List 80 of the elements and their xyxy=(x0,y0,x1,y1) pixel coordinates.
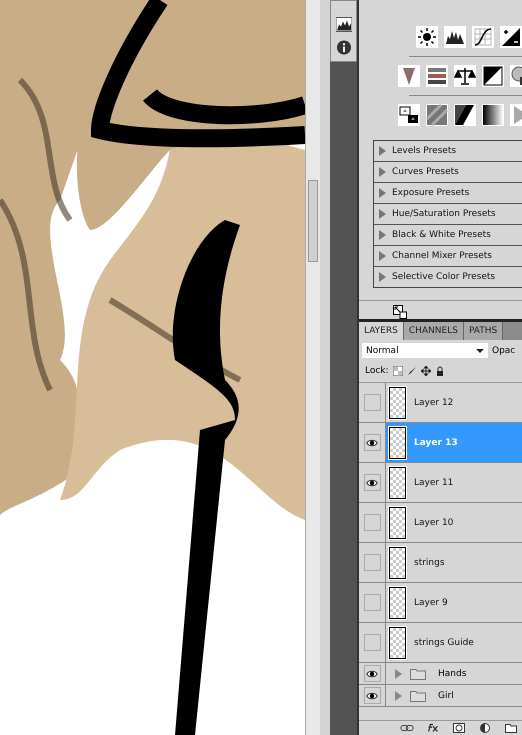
visibility-toggle[interactable] xyxy=(364,394,380,411)
striped-square-icon[interactable] xyxy=(426,104,448,126)
expand-triangle-icon xyxy=(379,209,386,219)
eye-icon[interactable] xyxy=(364,665,380,682)
expand-triangle-icon xyxy=(379,251,386,261)
resize-arrow-icon[interactable] xyxy=(393,305,407,319)
layer-row[interactable]: Layer 9 xyxy=(359,583,522,623)
preset-item[interactable]: Hue/Saturation Presets xyxy=(374,204,522,225)
lock-icon[interactable] xyxy=(434,366,445,376)
expand-triangle-icon xyxy=(379,167,386,177)
panel-tab[interactable]: CHANNELS xyxy=(404,322,464,340)
histogram-icon[interactable] xyxy=(336,17,352,32)
gradient-icon[interactable] xyxy=(482,104,504,126)
brightness-icon[interactable] xyxy=(416,26,438,48)
lock-label: Lock: xyxy=(365,366,389,376)
expand-triangle-icon xyxy=(379,230,386,240)
eye-icon[interactable] xyxy=(364,474,380,491)
opacity-label: Opac xyxy=(492,346,516,356)
diagonal-stripe-icon[interactable] xyxy=(454,104,476,126)
layer-thumbnail xyxy=(389,546,406,578)
layer-thumbnail xyxy=(389,386,406,418)
layer-thumbnail xyxy=(389,626,406,658)
layer-row[interactable]: Layer 12 xyxy=(359,383,522,423)
preset-item[interactable]: Selective Color Presets xyxy=(374,267,522,287)
move-icon[interactable] xyxy=(420,366,431,376)
visibility-toggle[interactable] xyxy=(364,554,380,571)
preset-item[interactable]: Levels Presets xyxy=(374,141,522,162)
preset-item[interactable]: Curves Presets xyxy=(374,162,522,183)
layer-row[interactable]: strings Guide xyxy=(359,623,522,663)
blend-mode-dropdown[interactable]: Normal xyxy=(362,343,488,358)
histogram-icon[interactable] xyxy=(444,26,466,48)
layer-name: Layer 12 xyxy=(414,398,454,408)
scales-icon[interactable] xyxy=(454,65,476,87)
preset-item[interactable]: Black & White Presets xyxy=(374,225,522,246)
visibility-toggle[interactable] xyxy=(364,634,380,651)
bars-icon[interactable] xyxy=(426,65,448,87)
folder-icon xyxy=(410,668,426,680)
layer-name: strings Guide xyxy=(414,638,474,648)
panel-tab[interactable]: LAYERS xyxy=(359,322,404,340)
layer-name: Layer 13 xyxy=(414,438,458,448)
visibility-toggle[interactable] xyxy=(364,514,380,531)
layer-group-row[interactable]: Girl xyxy=(359,685,522,707)
expand-triangle-icon xyxy=(379,272,386,282)
layer-name: Layer 10 xyxy=(414,518,454,528)
group-name: Hands xyxy=(438,668,466,678)
layer-group-row[interactable]: Hands xyxy=(359,663,522,685)
brush-icon[interactable] xyxy=(406,366,417,376)
layer-thumbnail xyxy=(389,586,406,618)
preset-item[interactable]: Channel Mixer Presets xyxy=(374,246,522,267)
layer-row[interactable]: Layer 10 xyxy=(359,503,522,543)
checkerboard-icon[interactable] xyxy=(392,366,403,376)
mask-icon[interactable] xyxy=(452,723,466,733)
channel-mixer-icon[interactable] xyxy=(398,104,420,126)
curve-icon[interactable] xyxy=(472,26,494,48)
layer-row[interactable]: Layer 11 xyxy=(359,463,522,503)
layer-name: Layer 11 xyxy=(414,478,454,488)
layer-name: Layer 9 xyxy=(414,598,448,608)
caret-icon xyxy=(476,349,484,353)
diagonal-split-icon[interactable] xyxy=(482,65,504,87)
panel-tab[interactable]: PATHS xyxy=(464,322,504,340)
layer-row[interactable]: strings xyxy=(359,543,522,583)
expand-triangle-icon xyxy=(379,146,386,156)
group-name: Girl xyxy=(438,690,454,700)
layer-thumbnail xyxy=(389,506,406,538)
preset-item[interactable]: Exposure Presets xyxy=(374,183,522,204)
eye-icon[interactable] xyxy=(364,434,380,451)
exposure-icon[interactable] xyxy=(500,26,522,48)
layer-thumbnail xyxy=(389,466,406,498)
layer-thumbnail xyxy=(389,426,406,458)
layer-name: strings xyxy=(414,558,445,568)
info-icon[interactable] xyxy=(336,40,352,55)
half-circle-icon[interactable] xyxy=(478,723,492,733)
fx-icon[interactable] xyxy=(426,723,440,733)
folder-icon xyxy=(410,690,426,702)
expand-triangle-icon xyxy=(379,188,386,198)
link-icon[interactable] xyxy=(400,723,414,733)
visibility-toggle[interactable] xyxy=(364,594,380,611)
scrollbar[interactable] xyxy=(305,0,320,735)
folder-icon[interactable] xyxy=(504,723,518,733)
eye-icon[interactable] xyxy=(364,687,380,704)
